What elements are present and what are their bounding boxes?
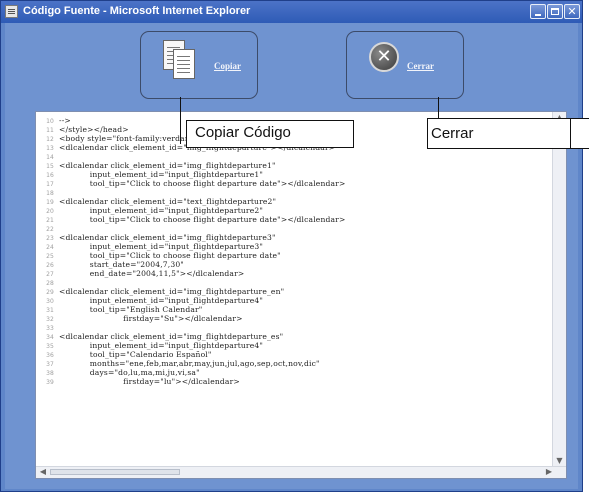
line-text: days="do,lu,ma,mi,ju,vi,sa" [59,368,200,377]
close-icon: ✕ [567,5,577,18]
line-text: <dlcalendar click_element_id="text_fligh… [59,197,277,206]
close-callout: Cerrar [427,118,589,149]
code-lines: 10 --> 11 </style></head> 12 <body style="fon… [36,116,552,386]
horizontal-scroll-thumb[interactable] [50,469,180,475]
code-line: 23 <dlcalendar click_element_id="img_flig… [36,233,552,242]
code-line: 32 firstday="Su"></dlcalendar> [36,314,552,323]
code-line: 37 months="ene,feb,mar,abr,may,jun,jul,a… [36,359,552,368]
scroll-down-arrow-icon[interactable]: ▼ [555,456,564,466]
copy-document-icon [163,40,197,80]
line-text: input_element_id="input_flightdeparture4… [59,341,263,350]
code-line: 38 days="do,lu,ma,mi,ju,vi,sa" [36,368,552,377]
code-line: 29 <dlcalendar click_element_id="img_flig… [36,287,552,296]
ie-window: Código Fuente - Microsoft Internet Explo… [0,0,583,492]
close-link[interactable]: Cerrar [407,61,434,71]
line-text: tool_tip="Click to choose flight departu… [59,179,346,188]
code-line: 20 input_element_id="input_flightdepartu… [36,206,552,215]
code-line: 22 [36,224,552,233]
code-line: 21 tool_tip="Click to choose flight depa… [36,215,552,224]
line-text: firstday="lu"></dlcalendar> [59,377,240,386]
code-line: 28 [36,278,552,287]
code-line: 25 tool_tip="Click to choose flight depa… [36,251,552,260]
source-code-pane[interactable]: 10 --> 11 </style></head> 12 <body style="fon… [35,111,567,479]
maximize-button[interactable] [547,4,563,19]
copy-code-callout: Copiar Código [186,120,354,148]
copy-link[interactable]: Copiar [214,61,241,71]
title-bar[interactable]: Código Fuente - Microsoft Internet Explo… [1,1,582,23]
code-line: 27 end_date="2004,11,5"></dlcalendar> [36,269,552,278]
code-line: 31 tool_tip="English Calendar" [36,305,552,314]
code-line: 26 start_date="2004,7,30" [36,260,552,269]
code-line: 33 [36,323,552,332]
line-text: <dlcalendar click_element_id="img_flight… [59,287,285,296]
close-window-button[interactable]: ✕ [564,4,580,19]
line-number: 39 [46,379,54,386]
code-line: 34 <dlcalendar click_element_id="img_flig… [36,332,552,341]
close-callout-tick [570,118,571,149]
minimize-button[interactable] [530,4,546,19]
code-line: 16 input_element_id="input_flightdepartu… [36,170,552,179]
code-line: 35 input_element_id="input_flightdepartu… [36,341,552,350]
code-line: 14 [36,152,552,161]
window-title: Código Fuente - Microsoft Internet Explo… [23,5,251,17]
copy-callout-leader [180,97,181,144]
line-text: <dlcalendar click_element_id="img_flight… [59,332,284,341]
line-text: tool_tip="Click to choose flight departu… [59,215,346,224]
code-line: 36 tool_tip="Calendario Español" [36,350,552,359]
line-text: months="ene,feb,mar,abr,may,jun,jul,ago,… [59,359,320,368]
line-text: input_element_id="input_flightdeparture4… [59,296,263,305]
line-text: </style></head> [59,125,129,134]
copy-button[interactable]: Copiar [140,31,258,99]
line-text: tool_tip="Calendario Español" [59,350,212,359]
line-text: tool_tip="English Calendar" [59,305,203,314]
window-content: Copiar ✕ Cerrar 10 --> 11 </style></head> 12… [5,23,578,489]
copy-sheet-front [173,49,195,79]
line-text: start_date="2004,7,30" [59,260,184,269]
code-line: 39 firstday="lu"></dlcalendar> [36,377,552,386]
line-text: tool_tip="Click to choose flight departu… [59,251,281,260]
close-x-icon: ✕ [369,42,399,72]
scroll-right-arrow-icon[interactable]: ▶ [544,467,554,477]
line-text: <dlcalendar click_element_id="img_flight… [59,161,276,170]
line-text: firstday="Su"></dlcalendar> [59,314,243,323]
line-text: --> [59,116,71,125]
code-line: 24 input_element_id="input_flightdepartu… [36,242,552,251]
line-text: input_element_id="input_flightdeparture2… [59,206,263,215]
vertical-scrollbar[interactable]: ▲ ▼ [552,112,566,468]
horizontal-scrollbar[interactable]: ◀ ▶ [36,466,566,478]
document-icon [5,5,18,18]
line-text: input_element_id="input_flightdeparture3… [59,242,263,251]
line-text: <dlcalendar click_element_id="img_flight… [59,233,276,242]
scroll-left-arrow-icon[interactable]: ◀ [38,467,48,477]
close-button[interactable]: ✕ Cerrar [346,31,464,99]
line-text: input_element_id="input_flightdeparture1… [59,170,263,179]
code-line: 18 [36,188,552,197]
code-line: 15 <dlcalendar click_element_id="img_flig… [36,161,552,170]
code-line: 30 input_element_id="input_flightdepartu… [36,296,552,305]
line-text: end_date="2004,11,5"></dlcalendar> [59,269,245,278]
code-line: 17 tool_tip="Click to choose flight depa… [36,179,552,188]
code-line: 19 <dlcalendar click_element_id="text_fli… [36,197,552,206]
